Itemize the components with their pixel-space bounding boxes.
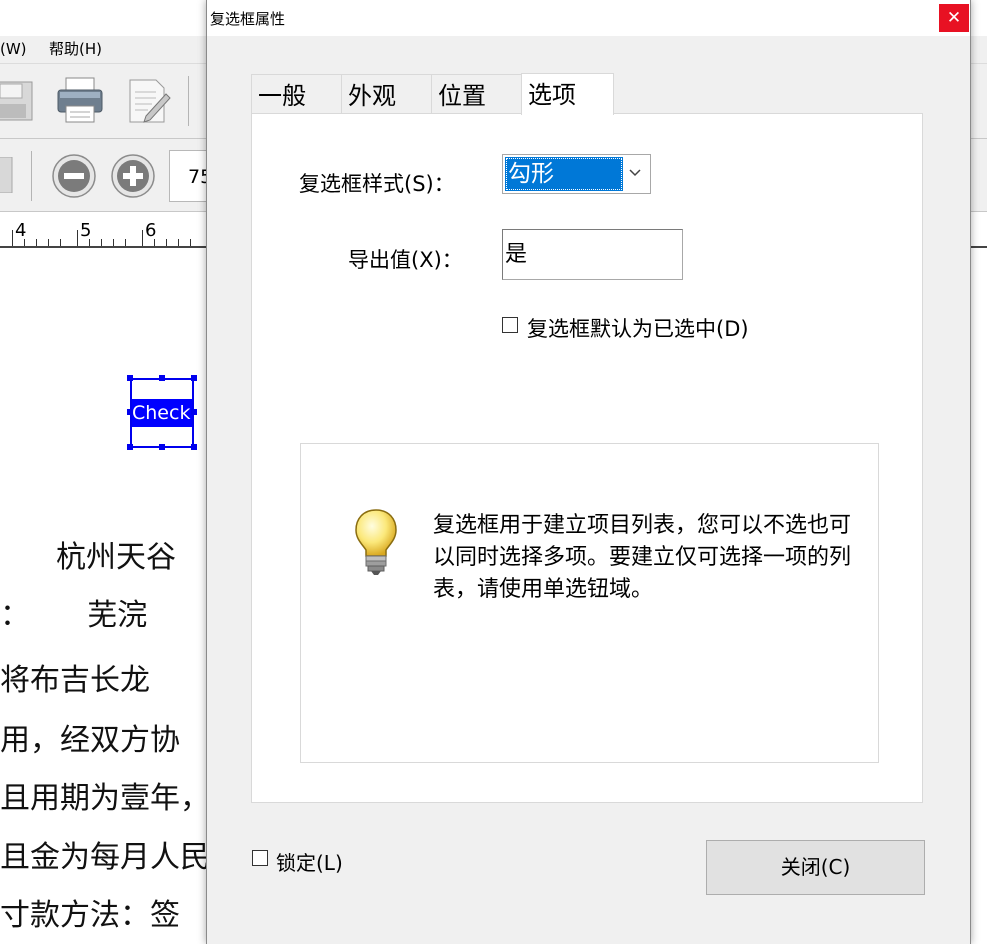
document-text-line: 且用期为壹年，	[0, 781, 210, 816]
menu-window[interactable]: (W)	[0, 36, 27, 63]
default-checked-label[interactable]: 复选框默认为已选中(D)	[527, 313, 749, 343]
zoom-input[interactable]: 75	[169, 150, 209, 202]
dialog-title: 复选框属性	[210, 10, 286, 28]
tab-options[interactable]: 选项	[521, 73, 614, 115]
resize-handle[interactable]	[127, 409, 133, 415]
export-value-input[interactable]: 是	[502, 229, 683, 280]
lock-checkbox[interactable]	[252, 850, 268, 866]
document-text-line: 用，经双方协	[0, 723, 180, 758]
info-box: 复选框用于建立项目列表，您可以不选也可以同时选择多项。要建立仅可选择一项的列表，…	[300, 443, 879, 763]
document-text-line: 且金为每月人民	[0, 840, 210, 875]
checkbox-style-label: 复选框样式(S)：	[299, 172, 455, 196]
resize-handle[interactable]	[127, 444, 133, 450]
tab-general[interactable]: 一般	[251, 74, 342, 114]
toolbar-divider	[188, 76, 189, 126]
chevron-down-icon	[629, 169, 641, 177]
zoom-in-icon[interactable]	[110, 153, 156, 199]
zoom-out-icon[interactable]	[51, 153, 97, 199]
checkbox-properties-dialog: 复选框属性 ✕ 一般 外观 位置 选项 复选框样式(S)： 勾形 导出值(X)：…	[206, 0, 971, 944]
menu-help[interactable]: 帮助(H)	[49, 36, 102, 63]
document-text-line: 寸款方法：签	[0, 898, 180, 933]
toolbar-divider	[31, 151, 32, 201]
document-text-line: 杭州天谷	[56, 540, 176, 575]
tab-position[interactable]: 位置	[431, 74, 522, 114]
edit-document-icon[interactable]	[126, 76, 172, 126]
resize-handle[interactable]	[159, 375, 165, 381]
options-panel: 复选框样式(S)： 勾形 导出值(X)： 是 复选框默认为已选中(D) 复选框用…	[251, 113, 923, 803]
checkbox-field-label: Check	[132, 399, 192, 427]
resize-handle[interactable]	[191, 375, 197, 381]
save-icon[interactable]	[0, 78, 36, 124]
close-icon[interactable]: ✕	[939, 4, 969, 32]
export-value-label: 导出值(X)：	[348, 248, 463, 272]
ruler-number: 5	[80, 220, 92, 241]
checkbox-style-select[interactable]: 勾形	[502, 154, 651, 194]
lock-label[interactable]: 锁定(L)	[276, 847, 343, 876]
ruler-number: 6	[145, 220, 157, 241]
print-icon[interactable]	[56, 76, 104, 126]
ruler-number: 4	[15, 220, 27, 241]
lightbulb-icon	[355, 509, 397, 575]
checkbox-form-field[interactable]: Check	[130, 378, 194, 448]
dialog-titlebar[interactable]: 复选框属性 ✕	[207, 0, 970, 36]
document-text-line: ： 芜浣	[0, 598, 148, 633]
tab-appearance[interactable]: 外观	[341, 74, 432, 114]
resize-handle[interactable]	[159, 444, 165, 450]
document-text-line: 将布吉长龙	[0, 663, 150, 698]
checkbox-style-value: 勾形	[505, 157, 623, 191]
info-text: 复选框用于建立项目列表，您可以不选也可以同时选择多项。要建立仅可选择一项的列表，…	[433, 513, 852, 602]
resize-handle[interactable]	[191, 409, 197, 415]
nav-arrow-icon[interactable]	[0, 157, 14, 193]
resize-handle[interactable]	[127, 375, 133, 381]
close-button[interactable]: 关闭(C)	[706, 840, 925, 895]
resize-handle[interactable]	[191, 444, 197, 450]
default-checked-checkbox[interactable]	[502, 317, 518, 333]
